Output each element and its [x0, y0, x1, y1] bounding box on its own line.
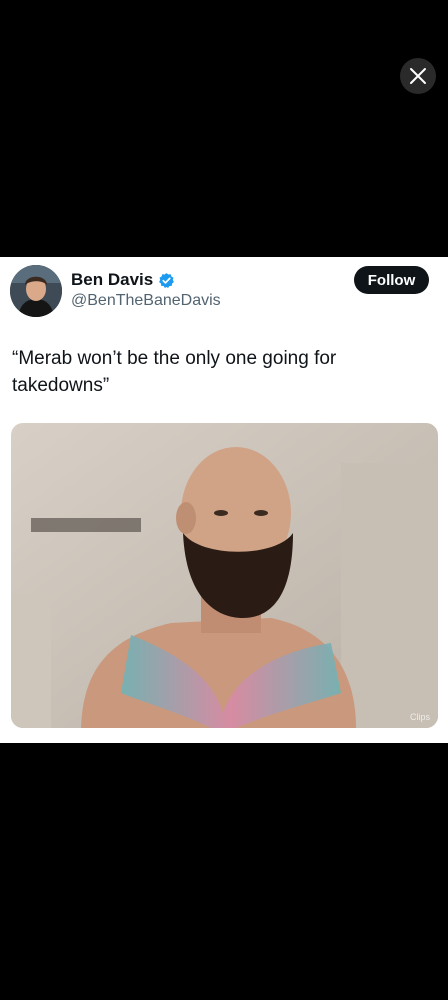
- author-row: Ben Davis: [71, 270, 175, 290]
- author-handle[interactable]: @BenTheBaneDavis: [71, 292, 221, 310]
- follow-button[interactable]: Follow: [354, 266, 429, 294]
- verified-badge-icon: [159, 272, 175, 288]
- media-watermark: Clips: [409, 712, 430, 722]
- avatar[interactable]: [10, 265, 62, 317]
- tweet-text: “Merab won’t be the only one going for t…: [12, 348, 337, 396]
- author-name[interactable]: Ben Davis: [71, 270, 153, 290]
- tweet-card[interactable]: Ben Davis @BenTheBaneDavis Follow “Merab…: [0, 257, 448, 743]
- close-icon: [410, 68, 426, 84]
- close-button[interactable]: [400, 58, 436, 94]
- tweet-media-image[interactable]: Clips: [11, 423, 438, 728]
